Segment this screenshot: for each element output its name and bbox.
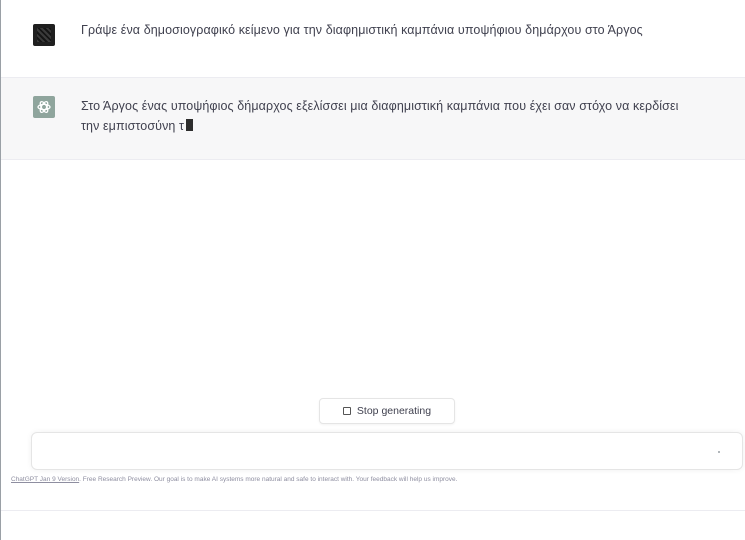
send-icon[interactable]	[718, 451, 720, 453]
footer-text: . Free Research Preview. Our goal is to …	[79, 476, 458, 483]
prompt-input-box[interactable]	[31, 432, 743, 470]
footer-disclaimer: ChatGPT Jan 9 Version. Free Research Pre…	[11, 476, 745, 483]
stop-generating-label: Stop generating	[356, 405, 432, 417]
assistant-message-text-wrapper: Στο Άργος ένας υποψήφιος δήμαρχος εξελίσ…	[81, 96, 681, 136]
assistant-message-text: Στο Άργος ένας υποψήφιος δήμαρχος εξελίσ…	[81, 99, 679, 133]
user-avatar	[33, 24, 55, 46]
typing-cursor	[186, 119, 194, 131]
stop-square-icon	[342, 407, 351, 415]
assistant-message: Στο Άργος ένας υποψήφιος δήμαρχος εξελίσ…	[1, 78, 745, 160]
chat-window: Γράψε ένα δημοσιογραφικό κείμενο για την…	[0, 0, 745, 540]
user-message-text: Γράψε ένα δημοσιογραφικό κείμενο για την…	[81, 23, 643, 37]
openai-knot-icon	[37, 100, 51, 114]
stop-generating-button[interactable]: Stop generating	[319, 398, 455, 424]
prompt-input[interactable]	[42, 441, 702, 463]
openai-logo-icon	[33, 96, 55, 118]
version-link[interactable]: ChatGPT Jan 9 Version	[11, 476, 79, 483]
user-message: Γράψε ένα δημοσιογραφικό κείμενο για την…	[1, 0, 745, 78]
bottom-divider	[1, 510, 745, 511]
